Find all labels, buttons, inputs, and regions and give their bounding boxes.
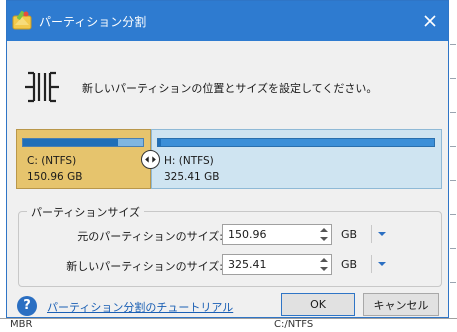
stepper-arrows-icon[interactable] bbox=[317, 225, 331, 244]
close-button[interactable] bbox=[412, 1, 448, 41]
split-partition-dialog: パーティション分割 新しいパーティションの位置とサイズを設定してください。 C:… bbox=[6, 0, 449, 318]
resize-handle-icon[interactable] bbox=[141, 150, 160, 169]
instruction-text: 新しいパーティションの位置とサイズを設定してください。 bbox=[82, 82, 378, 95]
original-size-unit: GB bbox=[341, 228, 358, 241]
stepper-arrows-icon[interactable] bbox=[317, 255, 331, 274]
new-size-label: 新しいパーティションのサイズ: bbox=[66, 260, 223, 273]
split-partition-icon bbox=[25, 71, 59, 103]
disk-map[interactable]: C: (NTFS) 150.96 GB H: (NTFS) 325.41 GB bbox=[16, 129, 442, 191]
partition-c-block[interactable]: C: (NTFS) 150.96 GB bbox=[16, 129, 151, 189]
partition-c-usage-bar bbox=[22, 138, 144, 147]
background-text: C:/NTFS bbox=[274, 319, 314, 330]
partition-size-group: パーティションサイズ 元のパーティションのサイズ: 150.96 GB 新しいパ… bbox=[18, 204, 442, 287]
partition-h-usage-bar bbox=[157, 138, 435, 147]
background-window-bottom: MBR C:/NTFS bbox=[0, 318, 457, 332]
partition-h-block[interactable]: H: (NTFS) 325.41 GB bbox=[151, 129, 442, 189]
original-size-label: 元のパーティションのサイズ: bbox=[77, 230, 223, 243]
ok-button[interactable]: OK bbox=[281, 293, 355, 316]
unit-dropdown-icon[interactable] bbox=[377, 230, 387, 238]
unit-dropdown-icon[interactable] bbox=[377, 260, 387, 268]
help-icon[interactable]: ? bbox=[17, 296, 37, 316]
partition-size-legend: パーティションサイズ bbox=[27, 204, 145, 220]
partition-h-used-fill bbox=[158, 139, 161, 146]
app-logo-icon bbox=[12, 10, 32, 30]
new-size-unit: GB bbox=[341, 258, 358, 271]
title-bar: パーティション分割 bbox=[7, 1, 448, 41]
window-title: パーティション分割 bbox=[39, 15, 147, 29]
unit-separator bbox=[371, 225, 372, 243]
dialog-content: 新しいパーティションの位置とサイズを設定してください。 C: (NTFS) 15… bbox=[7, 41, 448, 317]
partition-c-name: C: (NTFS) bbox=[27, 155, 77, 167]
partition-h-name: H: (NTFS) bbox=[164, 155, 214, 167]
new-size-value: 325.41 bbox=[228, 258, 267, 271]
background-text: MBR bbox=[10, 319, 33, 330]
close-icon bbox=[424, 15, 436, 27]
partition-c-size: 150.96 GB bbox=[27, 171, 83, 183]
partition-h-size: 325.41 GB bbox=[164, 171, 220, 183]
new-size-input[interactable]: 325.41 bbox=[222, 254, 332, 275]
partition-c-used-fill bbox=[23, 139, 118, 146]
unit-separator bbox=[371, 255, 372, 273]
original-size-value: 150.96 bbox=[228, 228, 267, 241]
background-window-right bbox=[449, 0, 457, 332]
tutorial-link[interactable]: パーティション分割のチュートリアル bbox=[47, 299, 233, 315]
original-size-input[interactable]: 150.96 bbox=[222, 224, 332, 245]
cancel-button[interactable]: キャンセル bbox=[363, 293, 439, 316]
